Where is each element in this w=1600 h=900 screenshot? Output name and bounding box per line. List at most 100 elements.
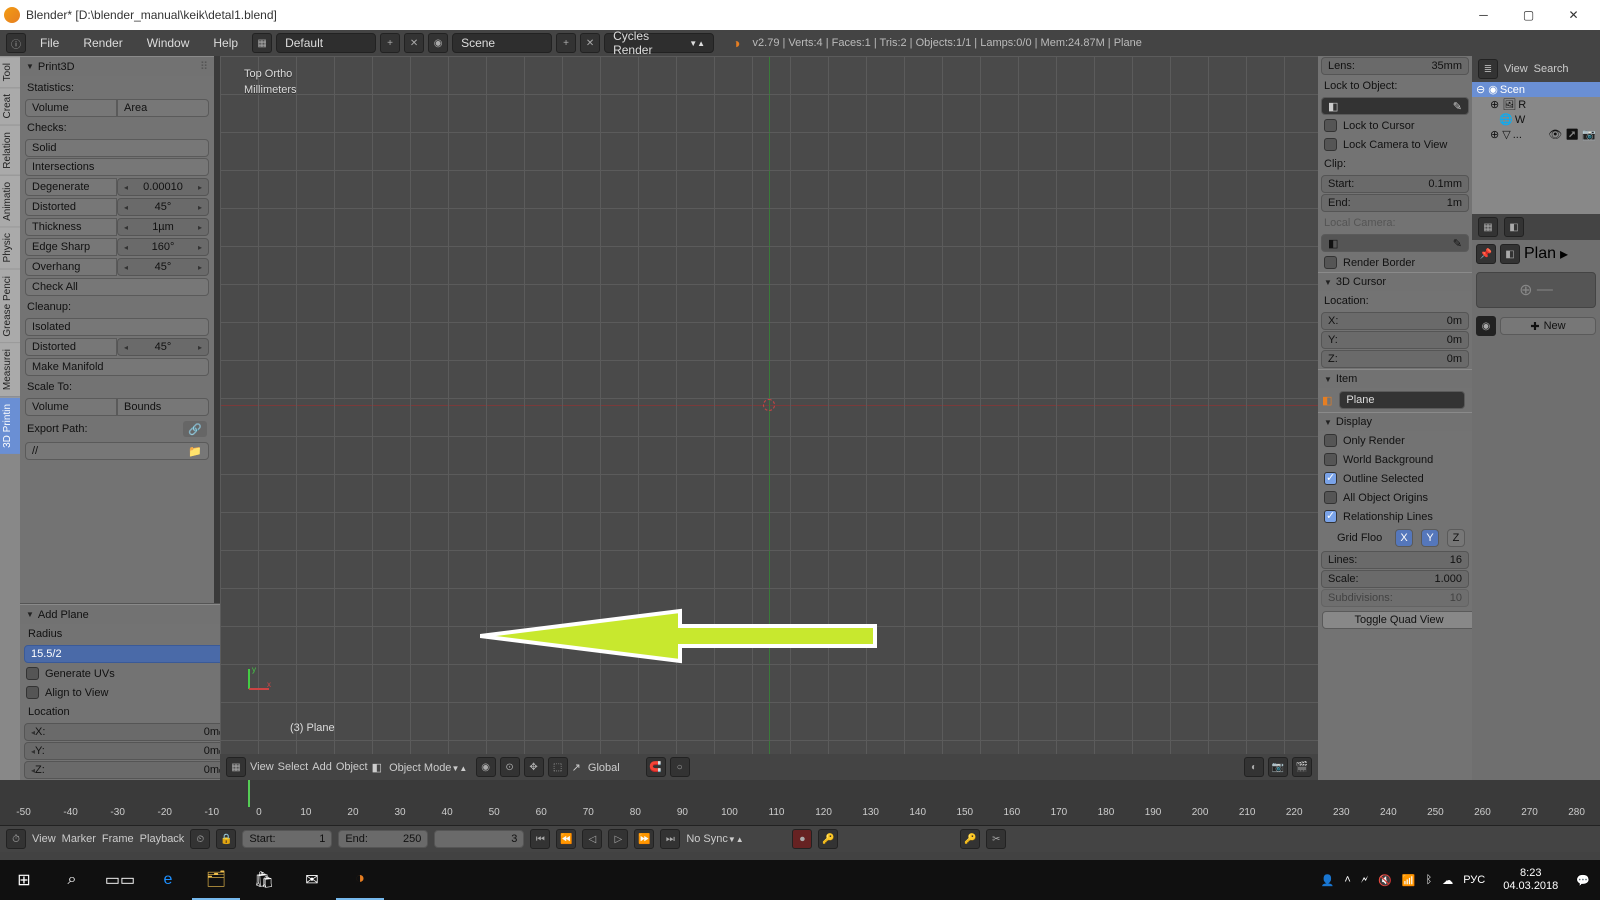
distorted2-button[interactable]: Distorted	[25, 338, 117, 356]
outliner-plane-row[interactable]: ⊕ ▽ ...👁 ↗ 📷	[1472, 127, 1600, 142]
edgesharp-value[interactable]: ◂160°▸	[117, 238, 209, 256]
tab-measureit[interactable]: Measurei	[0, 342, 20, 396]
tab-animation[interactable]: Animatio	[0, 175, 20, 227]
sync-select[interactable]: No Sync▼▲	[686, 833, 786, 845]
make-manifold-button[interactable]: Make Manifold	[25, 358, 209, 376]
manipulator-icon[interactable]: ✥	[524, 757, 544, 777]
store-button[interactable]: 🛍	[240, 860, 288, 900]
screen-add-button[interactable]: +	[380, 33, 400, 53]
timeline-editor-icon[interactable]: ⏱	[6, 829, 26, 849]
tl-view-menu[interactable]: View	[32, 833, 56, 845]
tab-greasepencil[interactable]: Grease Penci	[0, 269, 20, 343]
3d-cursor-header[interactable]: 3D Cursor	[1318, 272, 1472, 291]
local-camera-field[interactable]: ◧✎	[1321, 234, 1469, 252]
add-icon[interactable]: ⊕	[1519, 280, 1532, 300]
scene-browse-icon[interactable]: ◉	[428, 33, 448, 53]
folder-icon[interactable]: 📁	[188, 445, 202, 458]
grid-floor-checkbox[interactable]	[1322, 532, 1335, 545]
world-bg-checkbox[interactable]: World Background	[1318, 450, 1472, 469]
pivot-icon[interactable]: ⊙	[500, 757, 520, 777]
scene-add-button[interactable]: +	[556, 33, 576, 53]
screen-delete-button[interactable]: ✕	[404, 33, 424, 53]
lock-object-field[interactable]: ◧✎	[1321, 97, 1469, 115]
location-y[interactable]: ◂Y:0m▸	[24, 742, 230, 760]
cloud-icon[interactable]: ☁	[1442, 874, 1453, 887]
lock-camera-checkbox[interactable]: Lock Camera to View	[1318, 135, 1472, 154]
language-indicator[interactable]: РУС	[1463, 874, 1485, 886]
render-engine-select[interactable]: Cycles Render▼▲	[604, 33, 714, 53]
menu-render[interactable]: Render	[73, 36, 132, 50]
render-shading-icon[interactable]: ◐	[1244, 757, 1264, 777]
search-button[interactable]: ⌕	[48, 860, 96, 900]
breadcrumb-plane[interactable]: Plan	[1524, 245, 1556, 263]
subdivisions-field[interactable]: Subdivisions:10	[1321, 589, 1469, 607]
bluetooth-icon[interactable]: ᛒ	[1426, 874, 1433, 886]
editor-type-icon[interactable]: ⓘ	[6, 33, 26, 53]
edge-button[interactable]: e	[144, 860, 192, 900]
proportional-icon[interactable]: ○	[670, 757, 690, 777]
properties-context-icon[interactable]: ◧	[1504, 217, 1524, 237]
check-all-button[interactable]: Check All	[25, 278, 209, 296]
keying-set-icon[interactable]: 🔑	[818, 829, 838, 849]
autokey-icon[interactable]: ⏺	[792, 829, 812, 849]
clock[interactable]: 8:2304.03.2018	[1495, 867, 1566, 893]
pin-icon[interactable]: 📌	[1476, 244, 1496, 264]
edgesharp-button[interactable]: Edge Sharp	[25, 238, 117, 256]
tab-create[interactable]: Creat	[0, 87, 20, 124]
scene-select[interactable]: Scene	[452, 33, 552, 53]
preview-range-icon[interactable]: ⏲	[190, 829, 210, 849]
scene-delete-button[interactable]: ✕	[580, 33, 600, 53]
screen-layout-select[interactable]: Default	[276, 33, 376, 53]
task-view-button[interactable]: ▭▭	[96, 860, 144, 900]
generate-uvs-checkbox[interactable]: Generate UVs	[20, 664, 234, 683]
tl-frame-menu[interactable]: Frame	[102, 833, 134, 845]
clip-end[interactable]: End:1m	[1321, 194, 1469, 212]
cursor-x[interactable]: X:0m	[1321, 312, 1469, 330]
key-insert-icon[interactable]: 🔑	[960, 829, 980, 849]
explorer-button[interactable]: 🗂	[192, 860, 240, 900]
add-menu[interactable]: Add	[312, 761, 332, 773]
outliner-view-menu[interactable]: View	[1504, 63, 1528, 75]
render-border-checkbox[interactable]: Render Border	[1318, 253, 1472, 272]
display-header[interactable]: Display	[1318, 412, 1472, 431]
wifi-icon[interactable]: 📶	[1402, 874, 1416, 887]
tab-relations[interactable]: Relation	[0, 125, 20, 175]
frame-current[interactable]: 3	[434, 830, 524, 848]
outliner-editor-icon[interactable]: ≣	[1478, 59, 1498, 79]
view-menu[interactable]: View	[250, 761, 274, 773]
isolated-button[interactable]: Isolated	[25, 318, 209, 336]
tl-playback-menu[interactable]: Playback	[140, 833, 185, 845]
object-menu[interactable]: Object	[336, 761, 368, 773]
volume-button[interactable]: Volume	[25, 99, 117, 117]
timeline-ruler[interactable]: -50-40-30-20-100102030405060708090100110…	[0, 780, 1600, 826]
align-to-view-checkbox[interactable]: Align to View	[20, 683, 234, 702]
notifications-icon[interactable]: 💬	[1576, 874, 1590, 887]
tab-physics[interactable]: Physic	[0, 226, 20, 268]
scale-bounds-button[interactable]: Bounds	[117, 398, 209, 416]
screen-browse-icon[interactable]: ▦	[252, 33, 272, 53]
cursor-z[interactable]: Z:0m	[1321, 350, 1469, 368]
object-datablock-icon[interactable]: ◧	[1500, 244, 1520, 264]
battery-icon[interactable]: 🗲	[1361, 874, 1368, 887]
scale-field[interactable]: Scale:1.000	[1321, 570, 1469, 588]
window-close-button[interactable]: ✕	[1551, 0, 1596, 30]
camera-icon[interactable]: 📷	[1268, 757, 1288, 777]
item-header[interactable]: Item	[1318, 369, 1472, 388]
radius-input[interactable]: 15.5/2	[24, 645, 230, 663]
frame-start[interactable]: Start:1	[242, 830, 332, 848]
overhang-button[interactable]: Overhang	[25, 258, 117, 276]
properties-editor-icon[interactable]: ▦	[1478, 217, 1498, 237]
lock-to-cursor-checkbox[interactable]: Lock to Cursor	[1318, 116, 1472, 135]
properties-list[interactable]: ⊕ —	[1476, 272, 1596, 308]
lens-field[interactable]: Lens:35mm	[1321, 57, 1469, 75]
lines-field[interactable]: Lines:16	[1321, 551, 1469, 569]
distorted-button[interactable]: Distorted	[25, 198, 117, 216]
scale-volume-button[interactable]: Volume	[25, 398, 117, 416]
item-name-field[interactable]: Plane	[1339, 391, 1465, 409]
viewport-editor-icon[interactable]: ▦	[226, 757, 246, 777]
blender-splash-icon[interactable]: ◑	[732, 35, 740, 51]
new-button[interactable]: ✚ New	[1500, 317, 1596, 335]
overhang-value[interactable]: ◂45°▸	[117, 258, 209, 276]
menu-help[interactable]: Help	[203, 36, 248, 50]
window-minimize-button[interactable]: ─	[1461, 0, 1506, 30]
